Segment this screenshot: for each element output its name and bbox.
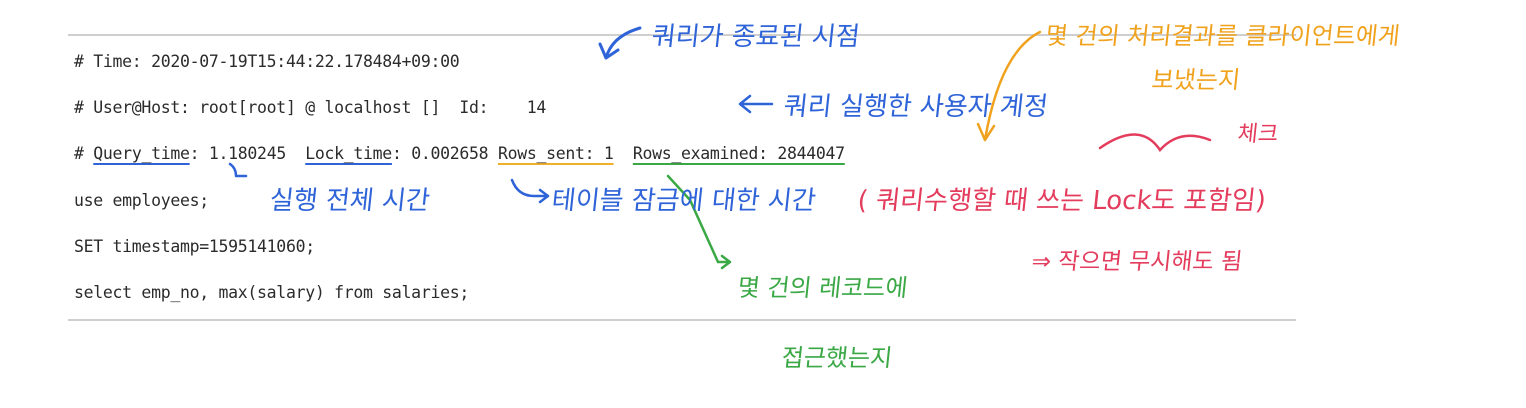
annotation-ignore-note: ⇒ 작으면 무시해도 됨 bbox=[1030, 249, 1244, 275]
annotation-user-account: 쿼리 실행한 사용자 계정 bbox=[782, 92, 1050, 122]
annotation-table-lock-time: 테이블 잠금에 대한 시간 bbox=[550, 186, 818, 216]
arrow-check bbox=[1098, 133, 1212, 153]
annotation-query-end-time: 쿼리가 종료된 시점 bbox=[650, 22, 862, 52]
arrow-total-time bbox=[228, 162, 248, 178]
annotation-total-time: 실행 전체 시간 bbox=[268, 186, 432, 216]
annotation-rows-sent-2: 보냈는지 bbox=[1150, 66, 1242, 94]
annotation-rows-sent-1: 몇 건의 처리결과를 클라이언트에게 bbox=[1044, 22, 1402, 50]
arrow-lock-time bbox=[510, 178, 550, 204]
annotation-rows-examined-2: 접근했는지 bbox=[780, 344, 894, 372]
annotation-lock-note: ( 쿼리수행할 때 쓰는 Lock도 포함임) bbox=[856, 186, 1268, 216]
arrow-query-end bbox=[598, 26, 642, 60]
arrow-user-account bbox=[738, 94, 774, 114]
annotation-check: 체크 bbox=[1236, 122, 1280, 147]
annotation-rows-examined-1: 몇 건의 레코드에 bbox=[736, 274, 910, 302]
